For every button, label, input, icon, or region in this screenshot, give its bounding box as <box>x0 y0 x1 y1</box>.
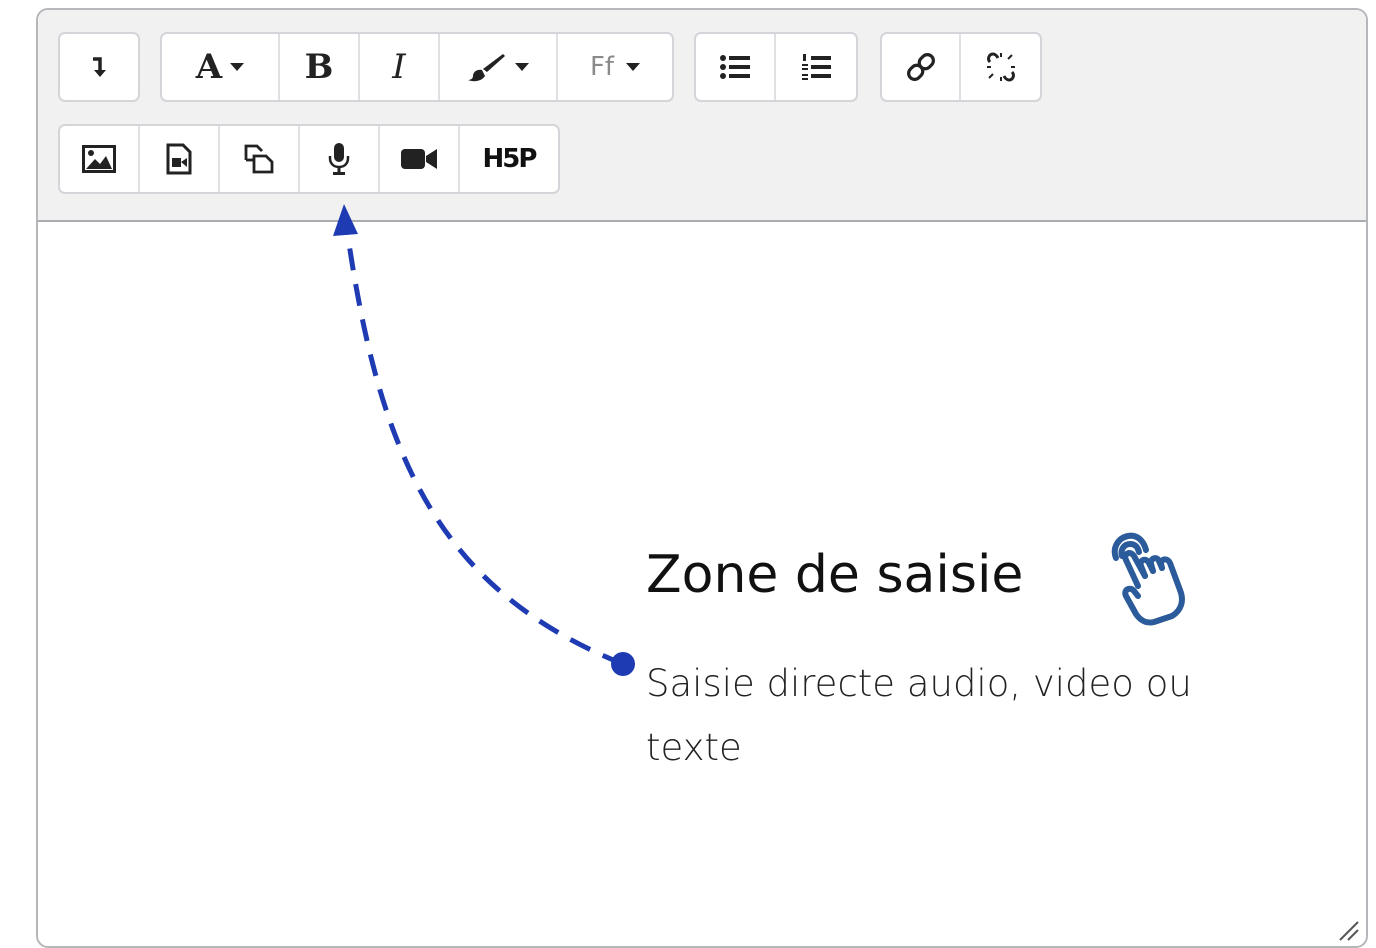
text-color-control <box>467 52 529 82</box>
link-button[interactable] <box>882 34 962 100</box>
unlink-icon <box>986 52 1015 82</box>
expand-arrow-icon <box>90 54 108 80</box>
paragraph-style-label: A <box>195 47 223 87</box>
annotation-title: Zone de saisie <box>646 545 1024 605</box>
insert-media-button[interactable] <box>140 126 220 192</box>
paragraph-style-button[interactable]: A <box>162 34 280 100</box>
toolbar-group-expand <box>58 32 140 102</box>
insert-image-button[interactable] <box>60 126 140 192</box>
font-family-control: Ff <box>589 52 641 82</box>
heading-style-icon: A <box>195 47 245 87</box>
toolbar-group-lists <box>694 32 858 102</box>
manage-files-button[interactable] <box>220 126 300 192</box>
chevron-down-icon <box>230 63 245 71</box>
font-family-label: Ff <box>589 52 615 82</box>
toolbar-group-media: H5P <box>58 124 560 194</box>
paint-brush-icon <box>468 54 505 82</box>
unordered-list-button[interactable] <box>696 34 776 100</box>
image-icon <box>82 145 116 173</box>
editor-toolbar: A B I Ff H5P <box>38 10 1366 222</box>
font-family-button[interactable]: Ff <box>558 34 672 100</box>
h5p-label: H5P <box>482 144 538 174</box>
unlink-button[interactable] <box>961 34 1040 100</box>
bullet-list-icon <box>720 55 750 79</box>
toolbar-group-format: A B I Ff <box>160 32 674 102</box>
record-audio-button[interactable] <box>300 126 380 192</box>
microphone-icon <box>328 143 350 175</box>
manage-files-icon <box>244 144 274 174</box>
media-file-icon <box>166 143 192 175</box>
text-editor: A B I Ff H5P <box>36 8 1368 948</box>
text-color-button[interactable] <box>440 34 558 100</box>
video-camera-icon <box>401 149 437 169</box>
bold-label: B <box>304 47 334 87</box>
annotation-subtitle: Saisie directe audio, video ou texte <box>646 662 1192 769</box>
chevron-down-icon <box>515 63 529 71</box>
resize-handle-icon[interactable] <box>1336 918 1360 942</box>
bold-button[interactable]: B <box>280 34 360 100</box>
expand-toolbar-button[interactable] <box>60 34 138 100</box>
chevron-down-icon <box>626 63 641 71</box>
toolbar-group-links <box>880 32 1042 102</box>
insert-h5p-button[interactable]: H5P <box>460 126 558 192</box>
numbered-list-icon <box>802 54 831 80</box>
link-icon <box>906 53 935 81</box>
italic-button[interactable]: I <box>360 34 440 100</box>
record-video-button[interactable] <box>380 126 460 192</box>
italic-label: I <box>392 47 406 87</box>
ordered-list-button[interactable] <box>776 34 856 100</box>
